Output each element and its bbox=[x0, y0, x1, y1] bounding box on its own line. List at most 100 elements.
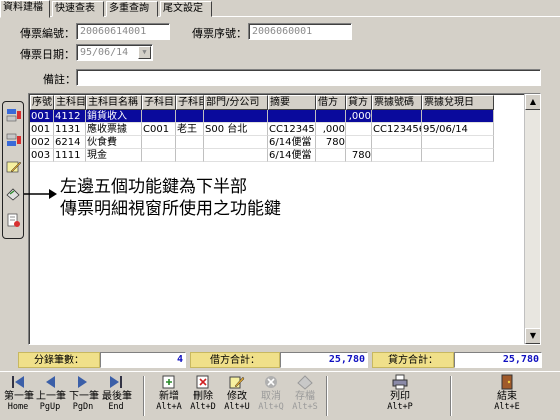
cell: CC123456 bbox=[372, 123, 422, 136]
save-icon bbox=[297, 375, 313, 390]
voucher-seq-label: 傳票序號： bbox=[192, 27, 247, 40]
voucher-seq-field[interactable]: 2006060001 bbox=[248, 23, 352, 40]
next-record-button[interactable]: 下一筆 PgDn bbox=[69, 374, 99, 418]
edit-label: 修改 bbox=[227, 391, 247, 402]
delete-key: Alt+D bbox=[190, 402, 216, 412]
col-header[interactable]: 部門/分公司 bbox=[204, 95, 268, 110]
prev-record-button[interactable]: 上一筆 PgUp bbox=[36, 374, 66, 418]
voucher-date-label: 傳票日期： bbox=[20, 48, 75, 61]
toolbar-separator bbox=[450, 376, 452, 416]
col-header[interactable]: 票據號碼 bbox=[372, 95, 422, 110]
cell: ,000 bbox=[346, 110, 372, 123]
last-record-label: 最後筆 bbox=[102, 391, 132, 402]
prev-record-icon bbox=[46, 376, 55, 388]
cell: 4112 bbox=[54, 110, 86, 123]
cell bbox=[372, 136, 422, 149]
delete-label: 刪除 bbox=[193, 391, 213, 402]
first-record-icon bbox=[12, 376, 24, 388]
cell bbox=[372, 110, 422, 123]
first-record-button[interactable]: 第一筆 Home bbox=[4, 374, 34, 418]
cell: C001 bbox=[142, 123, 176, 136]
col-header[interactable]: 借方 bbox=[316, 95, 346, 110]
voucher-no-field[interactable]: 20060614001 bbox=[76, 23, 170, 40]
cell: 現金 bbox=[86, 149, 142, 162]
cell bbox=[204, 136, 268, 149]
table-row[interactable]: 001 1131 應收票據 C001 老王 S00 台北 CC1234505 ,… bbox=[30, 123, 494, 136]
toolbar-separator bbox=[143, 376, 145, 416]
first-record-label: 第一筆 bbox=[4, 391, 34, 402]
cell bbox=[316, 110, 346, 123]
print-detail-icon[interactable] bbox=[5, 212, 22, 229]
cell bbox=[316, 149, 346, 162]
print-button[interactable]: 列印 Alt+P bbox=[386, 374, 414, 418]
insert-row-icon[interactable] bbox=[5, 107, 22, 124]
cell: 6/14便當 bbox=[268, 136, 316, 149]
cell bbox=[142, 149, 176, 162]
cell bbox=[204, 110, 268, 123]
last-record-button[interactable]: 最後筆 End bbox=[102, 374, 132, 418]
dropdown-arrow-icon[interactable]: ▼ bbox=[138, 46, 151, 59]
exit-icon bbox=[501, 374, 513, 390]
table-row[interactable]: 003 1111 現金 6/14便當 780 bbox=[30, 149, 494, 162]
cell: 1131 bbox=[54, 123, 86, 136]
exit-button[interactable]: 結束 Alt+E bbox=[493, 374, 521, 418]
debit-total-value: 25,780 bbox=[280, 352, 368, 368]
add-icon bbox=[162, 375, 175, 389]
last-record-key: End bbox=[108, 402, 124, 412]
next-record-key: PgDn bbox=[72, 402, 94, 412]
voucher-date-field[interactable]: 95/06/14 ▼ bbox=[76, 44, 153, 61]
col-header[interactable]: 主科目 bbox=[54, 95, 86, 110]
add-button[interactable]: 新增 Alt+A bbox=[155, 374, 183, 418]
credit-total-label: 貸方合計： bbox=[372, 352, 454, 368]
entry-count-label: 分錄筆數： bbox=[18, 352, 100, 368]
delete-button[interactable]: 刪除 Alt+D bbox=[189, 374, 217, 418]
scroll-down-icon[interactable]: ▼ bbox=[525, 328, 540, 344]
cell: CC1234505 bbox=[268, 123, 316, 136]
delete-row-icon[interactable] bbox=[5, 132, 22, 149]
cell bbox=[176, 136, 204, 149]
table-row[interactable]: 002 6214 伙食費 6/14便當 780 bbox=[30, 136, 494, 149]
prev-record-key: PgUp bbox=[39, 402, 61, 412]
tab-data-entry[interactable]: 資料建檔 bbox=[0, 0, 50, 18]
entry-count-value: 4 bbox=[100, 352, 186, 368]
col-header[interactable]: 子科目 bbox=[142, 95, 176, 110]
prev-record-label: 上一筆 bbox=[36, 391, 66, 402]
edit-row-icon[interactable] bbox=[5, 159, 22, 176]
next-record-label: 下一筆 bbox=[69, 391, 99, 402]
detail-function-keys bbox=[2, 101, 24, 239]
first-record-key: Home bbox=[7, 402, 29, 412]
table-row[interactable]: 001 4112 銷貨收入 ,000 bbox=[30, 110, 494, 123]
remark-field[interactable] bbox=[76, 69, 541, 86]
cancel-button[interactable]: 取消 Alt+Q bbox=[257, 374, 285, 418]
col-header[interactable]: 序號 bbox=[30, 95, 54, 110]
col-header[interactable]: 貸方 bbox=[346, 95, 372, 110]
arrow-right-icon bbox=[24, 189, 57, 199]
scroll-up-icon[interactable]: ▲ bbox=[525, 94, 540, 110]
print-label: 列印 bbox=[390, 391, 410, 402]
tab-footer-settings[interactable]: 尾文設定 bbox=[160, 1, 212, 17]
tab-quick-lookup[interactable]: 快速查表 bbox=[52, 1, 104, 17]
cancel-icon bbox=[265, 376, 277, 388]
cancel-label: 取消 bbox=[261, 391, 281, 402]
col-header[interactable]: 主科目名稱 bbox=[86, 95, 142, 110]
cell: 780 bbox=[316, 136, 346, 149]
col-header[interactable]: 摘要 bbox=[268, 95, 316, 110]
grid-vertical-scrollbar[interactable]: ▲ ▼ bbox=[524, 94, 540, 344]
col-header[interactable]: 票據兌現日 bbox=[422, 95, 494, 110]
toolbar-separator bbox=[326, 376, 328, 416]
cell: 應收票據 bbox=[86, 123, 142, 136]
col-header[interactable]: 子科目 bbox=[176, 95, 204, 110]
tab-multi-query[interactable]: 多重查詢 bbox=[106, 1, 158, 17]
cell: 6214 bbox=[54, 136, 86, 149]
exit-key: Alt+E bbox=[494, 402, 520, 412]
debit-total-label: 借方合計： bbox=[190, 352, 280, 368]
save-button[interactable]: 存檔 Alt+S bbox=[291, 374, 319, 418]
copy-row-icon[interactable] bbox=[5, 185, 22, 202]
cell bbox=[204, 149, 268, 162]
annotation-line-2: 傳票明細視窗所使用之功能鍵 bbox=[60, 199, 281, 219]
voucher-no-label: 傳票編號： bbox=[20, 27, 75, 40]
edit-button[interactable]: 修改 Alt+U bbox=[223, 374, 251, 418]
bottom-toolbar: 第一筆 Home 上一筆 PgUp 下一筆 PgDn 最後筆 End 新增 Al… bbox=[0, 371, 560, 420]
delete-icon bbox=[196, 375, 209, 389]
cell: 780 bbox=[346, 149, 372, 162]
